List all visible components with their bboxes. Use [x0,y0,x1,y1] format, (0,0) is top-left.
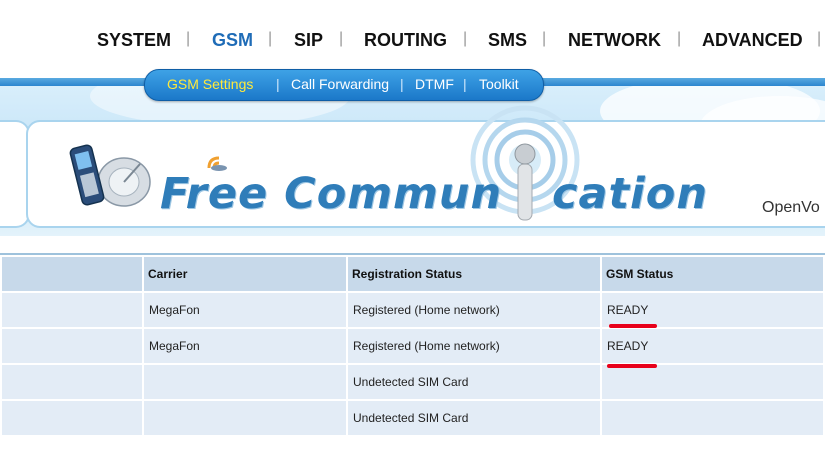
gsm-status-table: Carrier Registration Status GSM Status M… [0,253,825,437]
submenu-separator: | [400,76,404,92]
ready-annotation-underline [607,364,657,368]
table-row: Undetected SIM Card [2,365,823,399]
table-header-row: Carrier Registration Status GSM Status [2,257,823,291]
nav-routing[interactable]: ROUTING [364,30,447,51]
banner: Free Commun cation OpenVo [0,86,825,236]
table-row: MegaFon Registered (Home network) READY [2,329,823,363]
gsm-status-cell [602,365,823,399]
brand-name: OpenVo [762,199,820,216]
table-row: Undetected SIM Card [2,401,823,435]
carrier-cell: MegaFon [144,293,346,327]
nav-separator: | [817,30,822,47]
nav-separator: | [542,30,547,47]
column-header-carrier: Carrier [144,257,346,291]
nav-sip[interactable]: SIP [294,30,323,51]
nav-separator: | [677,30,682,47]
banner-slogan-left: Free Commun [160,169,503,219]
carrier-cell: MegaFon [144,329,346,363]
registration-status-cell: Registered (Home network) [348,293,600,327]
submenu-dtmf[interactable]: DTMF [415,76,454,92]
nav-separator: | [186,30,191,47]
ready-annotation-underline [609,324,657,328]
nav-advanced[interactable]: ADVANCED [702,30,803,51]
gsm-submenu: GSM Settings | Call Forwarding | DTMF | … [144,69,544,101]
port-cell [2,293,142,327]
table-row: MegaFon Registered (Home network) READY [2,293,823,327]
submenu-gsm-settings[interactable]: GSM Settings [167,76,253,92]
nav-gsm[interactable]: GSM [212,30,253,51]
nav-network[interactable]: NETWORK [568,30,661,51]
carrier-cell [144,365,346,399]
top-navigation: SYSTEM | GSM | SIP | ROUTING | SMS | NET… [0,0,825,78]
column-header-registration-status: Registration Status [348,257,600,291]
nav-separator: | [463,30,468,47]
port-cell [2,365,142,399]
gsm-status-cell [602,401,823,435]
port-cell [2,329,142,363]
submenu-separator: | [276,76,280,92]
banner-slogan-right: cation [552,169,708,219]
nav-separator: | [268,30,273,47]
submenu-toolkit[interactable]: Toolkit [479,76,519,92]
port-cell [2,401,142,435]
submenu-call-forwarding[interactable]: Call Forwarding [291,76,389,92]
column-header-gsm-status: GSM Status [602,257,823,291]
gsm-status-cell: READY [602,293,823,327]
nav-sms[interactable]: SMS [488,30,527,51]
nav-separator: | [339,30,344,47]
gsm-status-cell: READY [602,329,823,363]
submenu-separator: | [463,76,467,92]
registration-status-cell: Registered (Home network) [348,329,600,363]
registration-status-cell: Undetected SIM Card [348,401,600,435]
nav-system[interactable]: SYSTEM [97,30,171,51]
column-header-port [2,257,142,291]
carrier-cell [144,401,346,435]
registration-status-cell: Undetected SIM Card [348,365,600,399]
mobile-phone-icon [69,144,151,207]
